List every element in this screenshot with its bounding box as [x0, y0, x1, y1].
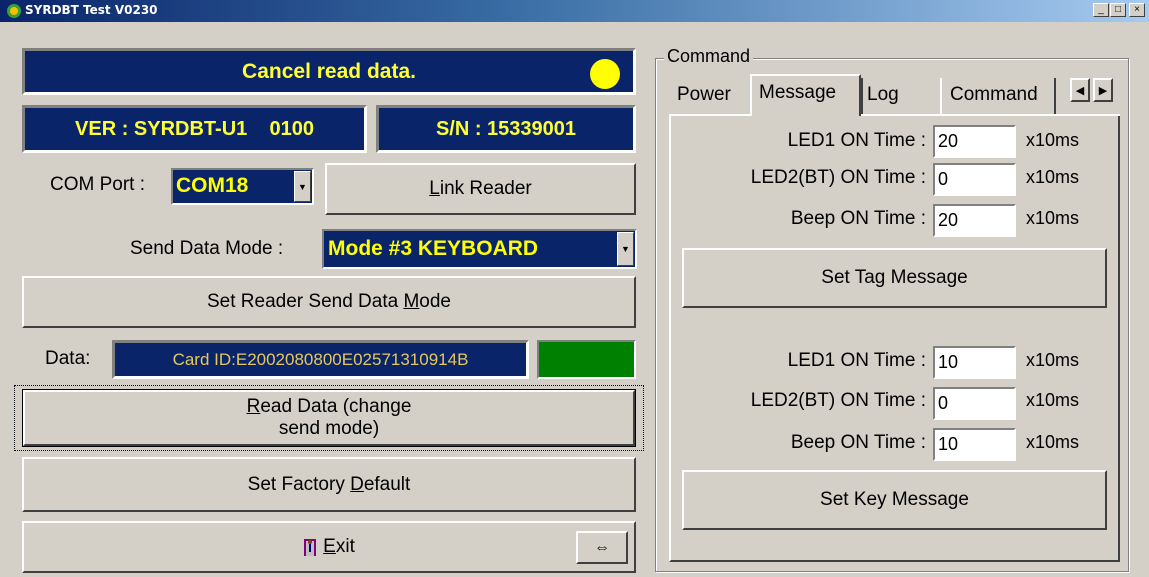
key-beep-label: Beep ON Time :: [790, 432, 926, 453]
tag-led2-unit: x10ms: [1026, 167, 1080, 187]
status-message: Cancel read data.: [242, 59, 416, 83]
key-led2-label: LED2(BT) ON Time :: [750, 390, 926, 411]
set-tag-message-button[interactable]: Set Tag Message: [682, 248, 1107, 308]
key-led1-label: LED1 ON Time :: [787, 350, 926, 371]
tag-led2-label: LED2(BT) ON Time :: [750, 167, 926, 188]
com-port-select[interactable]: COM18 ▼: [171, 168, 314, 205]
data-label: Data:: [45, 348, 91, 369]
key-beep-unit: x10ms: [1026, 432, 1080, 452]
tab-power[interactable]: Power: [671, 78, 750, 114]
link-reader-label: ink Reader: [439, 178, 532, 199]
close-button[interactable]: ×: [1129, 3, 1145, 17]
status-banner: Cancel read data.: [22, 48, 636, 95]
factory-default-label-a: Set Factory: [247, 473, 351, 495]
set-send-mode-label-b: ode: [419, 291, 451, 312]
title-bar[interactable]: [0, 0, 1149, 22]
tab-scroll-left-button[interactable]: ◀: [1070, 78, 1090, 102]
data-indicator: [537, 340, 636, 379]
tab-log[interactable]: Log: [861, 78, 940, 114]
com-port-label: COM Port :: [50, 174, 146, 195]
chevron-down-icon[interactable]: ▼: [294, 171, 311, 202]
factory-default-button[interactable]: Set Factory Default: [22, 457, 636, 512]
factory-default-mnemonic: D: [350, 473, 364, 495]
send-mode-label: Send Data Mode :: [130, 238, 284, 259]
set-send-mode-mnemonic: M: [403, 291, 420, 312]
tab-page-top-edge-left: [669, 114, 750, 116]
key-beep-input[interactable]: 10: [933, 428, 1016, 461]
chevron-right-icon: ▶: [1098, 84, 1108, 97]
exit-label: xit: [335, 536, 355, 557]
version-label: VER : SYRDBT-U1 0100: [22, 105, 367, 153]
exit-door-icon: [304, 539, 317, 556]
command-group-title: Command: [664, 46, 754, 67]
set-send-mode-label-a: Set Reader Send Data: [207, 291, 404, 312]
exit-button[interactable]: Exit: [22, 521, 636, 573]
minimize-button[interactable]: _: [1093, 3, 1109, 17]
key-led1-input[interactable]: 10: [933, 346, 1016, 379]
exit-mnemonic: E: [323, 536, 336, 557]
key-led2-input[interactable]: 0: [933, 387, 1016, 420]
chevron-left-icon: ◀: [1075, 84, 1085, 97]
resize-toggle-button[interactable]: ⇔: [576, 531, 628, 564]
window-title: SYRDBT Test V0230: [25, 3, 158, 17]
key-led1-unit: x10ms: [1026, 350, 1080, 370]
data-field: Card ID:E2002080800E02571310914B: [112, 340, 529, 379]
read-data-label: ead Data (change send mode): [260, 396, 412, 439]
tag-beep-unit: x10ms: [1026, 208, 1080, 228]
com-port-value: COM18: [176, 174, 249, 197]
factory-default-label-b: efault: [363, 473, 411, 495]
tag-led2-input[interactable]: 0: [933, 163, 1016, 196]
set-send-mode-button[interactable]: Set Reader Send Data Mode: [22, 276, 636, 328]
serial-number-label: S/N : 15339001: [376, 105, 636, 153]
send-mode-value: Mode #3 KEYBOARD: [328, 237, 539, 260]
read-data-button-frame[interactable]: Read Data (change send mode): [14, 385, 644, 451]
tag-led1-label: LED1 ON Time :: [787, 130, 926, 151]
read-data-button[interactable]: Read Data (change send mode): [14, 385, 644, 451]
chevron-down-icon[interactable]: ▼: [617, 232, 634, 266]
send-mode-select[interactable]: Mode #3 KEYBOARD ▼: [322, 229, 637, 269]
tab-scroll-right-button[interactable]: ▶: [1093, 78, 1113, 102]
tag-led1-input[interactable]: 20: [933, 125, 1016, 158]
tag-beep-label: Beep ON Time :: [790, 208, 926, 229]
tag-beep-input[interactable]: 20: [933, 204, 1016, 237]
tag-led1-unit: x10ms: [1026, 130, 1080, 150]
tab-page-top-edge-right: [861, 114, 1120, 116]
maximize-button[interactable]: □: [1110, 3, 1126, 17]
app-icon: [7, 4, 21, 18]
link-reader-button[interactable]: Link Reader: [325, 163, 636, 215]
tab-message[interactable]: Message: [750, 74, 861, 116]
key-led2-unit: x10ms: [1026, 390, 1080, 410]
read-data-mnemonic: R: [246, 396, 261, 417]
set-key-message-button[interactable]: Set Key Message: [682, 470, 1107, 530]
status-led: [590, 59, 620, 89]
tab-command[interactable]: Command: [940, 78, 1056, 114]
link-reader-mnemonic: L: [429, 178, 440, 199]
